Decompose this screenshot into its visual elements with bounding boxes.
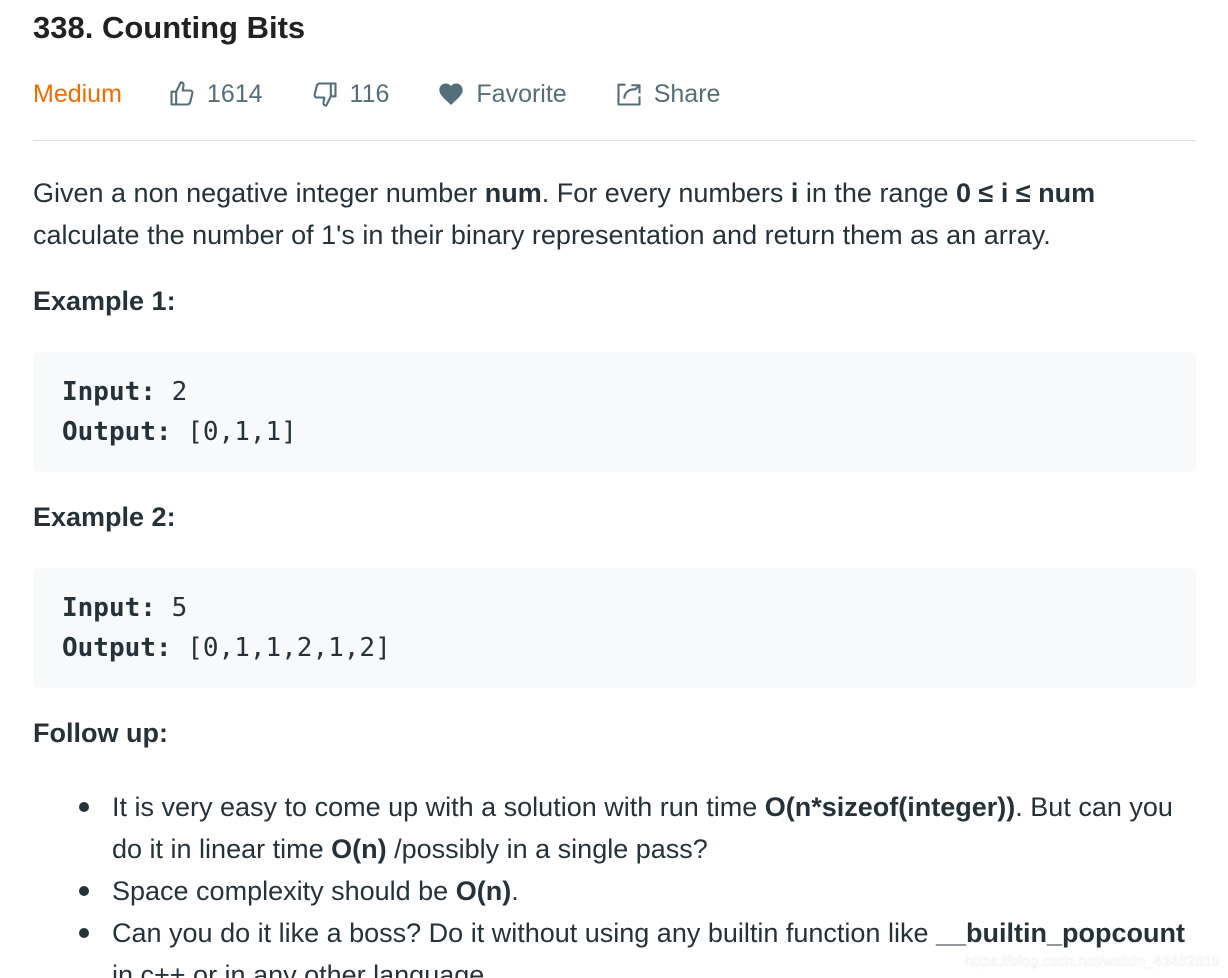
dislike-count: 116: [349, 79, 390, 108]
header-divider: [33, 140, 1196, 141]
like-button[interactable]: 1614: [168, 80, 263, 109]
example-1-output-line: Output: [0,1,1]: [62, 417, 297, 447]
follow-up-item: Space complexity should be O(n).: [79, 870, 1196, 912]
bold-range: 0 ≤ i ≤ num: [956, 178, 1096, 208]
favorite-button[interactable]: Favorite: [437, 79, 567, 109]
problem-title: 338. Counting Bits: [33, 10, 306, 45]
example-2-heading: Example 2:: [33, 502, 176, 532]
follow-up-heading: Follow up:: [33, 718, 168, 748]
example-2-code-block: Input: 5 Output: [0,1,1,2,1,2]: [33, 568, 1196, 688]
follow-up-item: It is very easy to come up with a soluti…: [79, 786, 1196, 870]
example-1-heading: Example 1:: [33, 286, 176, 316]
share-button[interactable]: Share: [615, 79, 721, 109]
share-label: Share: [653, 79, 721, 108]
example-1-input-line: Input: 2: [62, 377, 188, 407]
bold-num: num: [484, 178, 542, 208]
share-icon: [617, 83, 641, 106]
follow-up-list: It is very easy to come up with a soluti…: [33, 786, 1196, 978]
watermark: https://blog.csdn.net/weixin_43462819: [964, 953, 1220, 970]
example-2-input-line: Input: 5: [62, 593, 188, 623]
difficulty-label: Medium: [33, 79, 122, 108]
like-count: 1614: [206, 79, 263, 108]
heart-icon: [439, 83, 464, 105]
problem-meta-bar: Medium 1614 116 Favorite Share: [33, 76, 768, 112]
favorite-label: Favorite: [476, 79, 567, 108]
thumbs-up-icon: [170, 81, 194, 106]
example-2-output-line: Output: [0,1,1,2,1,2]: [62, 633, 391, 663]
example-1-code-block: Input: 2 Output: [0,1,1]: [33, 352, 1196, 472]
thumbs-down-icon: [313, 82, 337, 107]
dislike-button[interactable]: 116: [311, 79, 390, 109]
problem-description: Given a non negative integer number num.…: [33, 178, 1096, 250]
